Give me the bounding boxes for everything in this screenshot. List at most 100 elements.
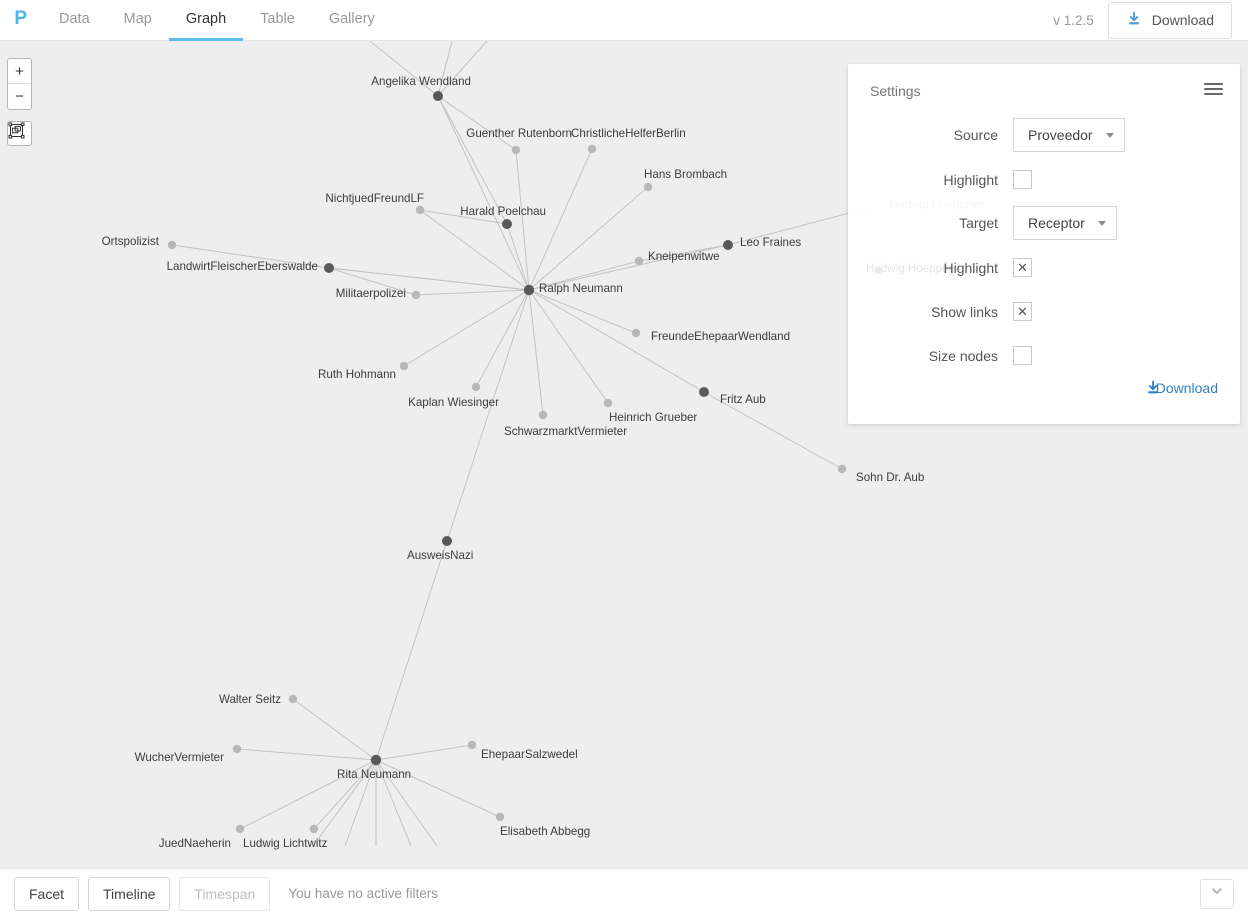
settings-title: Settings — [870, 83, 921, 99]
graph-node-hans-brombach[interactable] — [643, 182, 653, 192]
download-button[interactable]: Download — [1107, 1, 1232, 39]
graph-node-ehepaar-salzwedel[interactable] — [467, 740, 477, 750]
nav-tab-graph[interactable]: Graph — [168, 0, 244, 41]
graph-node-label-nichtjued-freund-lf: NichtjuedFreundLF — [325, 192, 424, 205]
zoom-out-button[interactable]: − — [8, 84, 31, 109]
graph-node-ortspolizist[interactable] — [167, 240, 177, 250]
graph-node-heinrich-grueber[interactable] — [603, 398, 613, 408]
graph-node-walter-seitz[interactable] — [288, 694, 298, 704]
target-row: Target Receptor — [848, 206, 1240, 240]
nav-tab-label: Data — [59, 11, 90, 27]
settings-panel: Hedwig Hoeppner Settings Source Proveedo… — [848, 64, 1240, 424]
graph-node-angelika-wendland[interactable] — [433, 91, 443, 101]
graph-node-label-angelika-wendland: Angelika Wendland — [371, 75, 471, 88]
graph-node-label-sohn-dr-aub: Sohn Dr. Aub — [856, 471, 924, 484]
size-nodes-checkbox[interactable] — [1013, 346, 1032, 365]
source-select-value: Proveedor — [1028, 127, 1093, 143]
source-row: Source Proveedor — [848, 118, 1240, 152]
graph-node-label-harald-poelchau: Harald Poelchau — [460, 205, 546, 218]
graph-edge — [446, 289, 530, 542]
panel-download-link[interactable]: Download — [1145, 380, 1218, 396]
graph-node-schwarzmarkt-vermieter[interactable] — [538, 410, 548, 420]
graph-edge — [375, 744, 473, 761]
expand-panel-button[interactable] — [1200, 878, 1234, 909]
graph-node-label-ausweis-nazi: AusweisNazi — [407, 549, 473, 562]
graph-node-jued-naeherin[interactable] — [235, 824, 245, 834]
graph-edge — [415, 289, 530, 296]
graph-node-label-kneipenwitwe: Kneipenwitwe — [648, 250, 720, 263]
show-links-checkbox[interactable]: ✕ — [1013, 302, 1032, 321]
graph-node-label-elisabeth-abbegg: Elisabeth Abbegg — [500, 825, 590, 838]
graph-node-leo-fraines[interactable] — [723, 240, 733, 250]
graph-node-label-kaplan-wiesinger: Kaplan Wiesinger — [408, 396, 499, 409]
graph-edge — [437, 95, 530, 291]
target-select[interactable]: Receptor — [1013, 206, 1117, 240]
graph-node-label-ehepaar-salzwedel: EhepaarSalzwedel — [481, 748, 578, 761]
graph-node-label-heinrich-grueber: Heinrich Grueber — [609, 411, 697, 424]
graph-node-label-fritz-aub: Fritz Aub — [720, 393, 766, 406]
graph-node-label-ralph-neumann: Ralph Neumann — [539, 282, 623, 295]
graph-node-kaplan-wiesinger[interactable] — [471, 382, 481, 392]
target-highlight-row: Highlight ✕ — [848, 258, 1240, 277]
graph-node-label-guenther-rutenborn: Guenther Rutenborn — [466, 127, 572, 140]
graph-node-ausweis-nazi[interactable] — [442, 536, 452, 546]
graph-node-fritz-aub[interactable] — [699, 387, 709, 397]
graph-edge — [419, 209, 530, 291]
graph-node-guenther-rutenborn[interactable] — [511, 145, 521, 155]
source-label: Source — [953, 127, 998, 143]
graph-node-ralph-neumann[interactable] — [523, 284, 535, 296]
source-highlight-checkbox[interactable] — [1013, 170, 1032, 189]
graph-node-freunde-ehepaar-wendland[interactable] — [631, 328, 641, 338]
graph-node-wucher-vermieter[interactable] — [232, 744, 242, 754]
graph-edge — [528, 289, 609, 404]
graph-node-label-hans-brombach: Hans Brombach — [644, 168, 727, 181]
graph-node-label-jued-naeherin: JuedNaeherin — [159, 837, 231, 850]
hamburger-menu-icon[interactable] — [1204, 83, 1223, 95]
graph-edge — [528, 289, 637, 334]
graph-node-sohn-dr-aub[interactable] — [837, 464, 847, 474]
chevron-down-icon — [1105, 132, 1114, 138]
panel-download-label: Download — [1155, 380, 1218, 396]
show-links-row: Show links ✕ — [848, 302, 1240, 321]
show-links-label: Show links — [931, 303, 998, 320]
graph-node-ruth-hohmann[interactable] — [399, 361, 409, 371]
zoom-controls: + − — [7, 58, 32, 110]
graph-node-kneipenwitwe[interactable] — [634, 256, 644, 266]
graph-node-label-christliche-helfer-berlin: ChristlicheHelferBerlin — [571, 127, 686, 140]
target-highlight-checkbox[interactable]: ✕ — [1013, 258, 1032, 277]
size-nodes-row: Size nodes — [848, 346, 1240, 365]
app-logo[interactable]: P — [0, 0, 42, 40]
timeline-button[interactable]: Timeline — [88, 876, 171, 911]
graph-edge — [437, 95, 517, 151]
graph-node-label-walter-seitz: Walter Seitz — [219, 693, 281, 706]
nav-tab-label: Table — [260, 11, 295, 27]
graph-node-elisabeth-abbegg[interactable] — [495, 812, 505, 822]
fit-to-screen-button[interactable] — [7, 121, 32, 146]
source-select[interactable]: Proveedor — [1013, 118, 1125, 152]
graph-node-label-schwarzmarkt-vermieter: SchwarzmarktVermieter — [504, 425, 627, 438]
nav-tab-gallery[interactable]: Gallery — [312, 0, 392, 41]
graph-node-ludwig-lichtwitz[interactable] — [309, 824, 319, 834]
zoom-in-button[interactable]: + — [8, 59, 31, 84]
nav-tab-map[interactable]: Map — [107, 0, 169, 41]
graph-node-nichtjued-freund-lf[interactable] — [415, 205, 425, 215]
nav-tab-data[interactable]: Data — [42, 0, 107, 41]
download-button-label: Download — [1151, 12, 1214, 28]
active-filters-text: You have no active filters — [288, 886, 438, 901]
bottom-toolbar: Facet Timeline Timespan You have no acti… — [0, 868, 1248, 918]
target-highlight-check-mark: ✕ — [1017, 260, 1028, 275]
graph-node-rita-neumann[interactable] — [370, 754, 382, 766]
graph-node-landwirt-fleischer-eberswalde[interactable] — [324, 263, 334, 273]
nav-tab-label: Graph — [185, 11, 227, 27]
nav-tabs: Data Map Graph Table Gallery — [42, 0, 392, 41]
graph-node-label-ludwig-lichtwitz: Ludwig Lichtwitz — [243, 837, 328, 850]
facet-button[interactable]: Facet — [14, 876, 80, 911]
graph-node-christliche-helfer-berlin[interactable] — [587, 144, 597, 154]
graph-edge — [528, 148, 593, 291]
nav-tab-table[interactable]: Table — [243, 0, 312, 41]
graph-node-harald-poelchau[interactable] — [502, 219, 512, 229]
graph-node-militaerpolizei[interactable] — [411, 290, 421, 300]
graph-canvas[interactable]: Angelika Wendland Guenther Rutenborn Chris… — [0, 41, 1248, 868]
source-highlight-label: Highlight — [943, 171, 998, 188]
target-select-value: Receptor — [1028, 215, 1085, 231]
